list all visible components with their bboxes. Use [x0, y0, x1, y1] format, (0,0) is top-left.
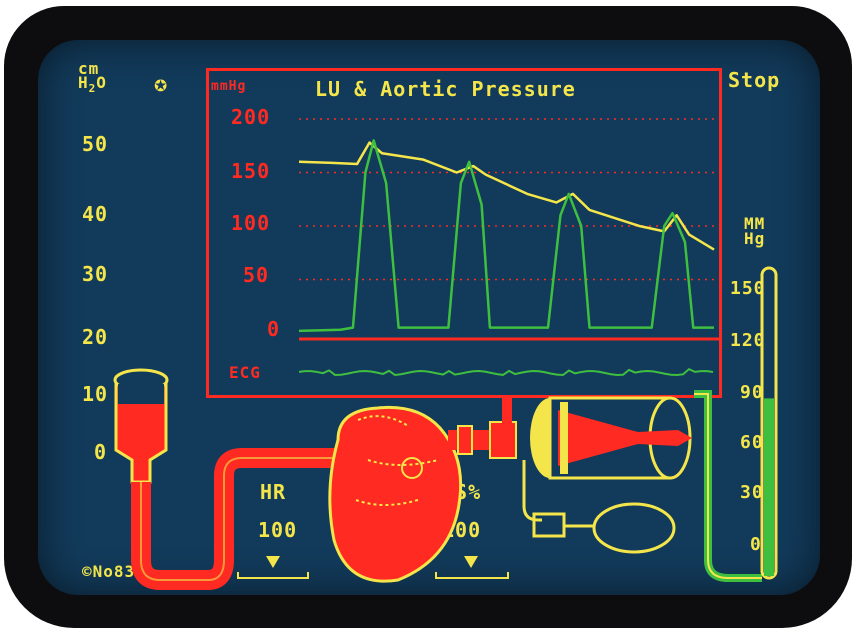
copyright-label: ©No83	[82, 562, 136, 581]
is-slider	[435, 556, 509, 579]
chart-plot-area	[298, 118, 719, 377]
left-tick-0: 0	[94, 440, 108, 464]
heart-icon	[328, 405, 463, 583]
right-tick-90: 90	[740, 382, 764, 403]
inflow-tube	[131, 448, 338, 590]
right-tick-150: 150	[730, 278, 766, 299]
is-label: IS%	[442, 480, 482, 504]
hr-slider	[237, 556, 309, 579]
cm-h2o-unit-label: cm H2O	[78, 61, 107, 96]
left-tick-10: 10	[82, 382, 109, 406]
ecg-trace	[298, 367, 714, 377]
series-line-1	[298, 139, 714, 333]
pressure-bulb-icon	[522, 460, 676, 554]
right-tick-0: 0	[750, 534, 762, 555]
stop-button[interactable]: Stop	[728, 68, 780, 92]
left-tick-40: 40	[82, 202, 109, 226]
unit-h2o: H2O	[78, 73, 107, 96]
hr-label: HR	[260, 480, 287, 504]
right-tick-60: 60	[740, 432, 764, 453]
unit-hg: Hg	[744, 229, 766, 248]
left-tick-30: 30	[82, 262, 109, 286]
unit-o: O	[96, 73, 107, 92]
hr-value: 100	[258, 518, 298, 542]
crt-screen: cm H2O ✪ 50 40 30 20 10 0 Stop MM Hg 150…	[38, 40, 820, 595]
star-icon[interactable]: ✪	[154, 72, 168, 97]
right-tick-120: 120	[730, 330, 766, 351]
pump-cylinder	[530, 396, 692, 480]
right-tick-30: 30	[740, 482, 764, 503]
is-value: 100	[442, 518, 482, 542]
reservoir	[113, 368, 169, 484]
left-tick-50: 50	[82, 132, 109, 156]
monitor: cm H2O ✪ 50 40 30 20 10 0 Stop MM Hg 150…	[0, 0, 856, 632]
left-tick-20: 20	[82, 325, 109, 349]
pressure-chart: mmHg LU & Aortic Pressure 200 150 100 50…	[206, 68, 722, 398]
unit-h: H	[78, 73, 89, 92]
mmhg-unit-label: MM Hg	[744, 216, 766, 248]
